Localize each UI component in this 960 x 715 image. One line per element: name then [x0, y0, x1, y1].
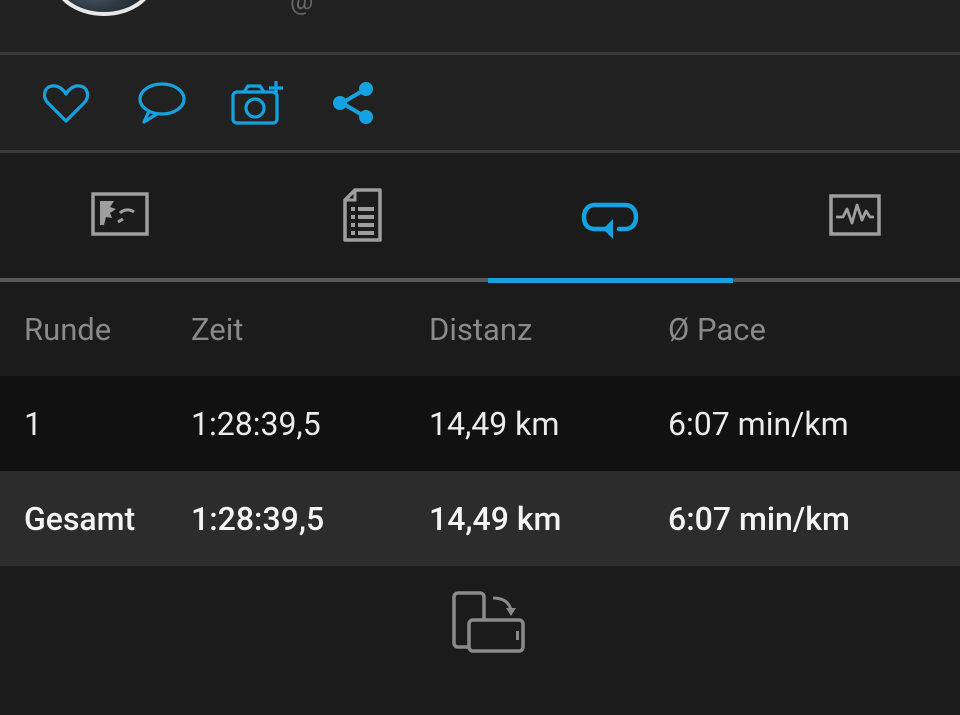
speech-bubble-icon[interactable]	[135, 79, 187, 127]
lap-distance: 14,49 km	[429, 404, 560, 443]
tab-bar	[0, 153, 960, 278]
total-distance: 14,49 km	[429, 499, 562, 538]
tab-details[interactable]	[245, 153, 485, 278]
lap-number: 1	[24, 404, 42, 443]
tabs-underline	[0, 278, 960, 282]
share-icon[interactable]	[328, 79, 380, 127]
column-header-distance: Distanz	[429, 311, 533, 348]
lap-pace: 6:07 min/km	[668, 404, 849, 443]
column-header-pace: Ø Pace	[668, 311, 766, 348]
map-icon	[91, 192, 149, 236]
tab-map[interactable]	[0, 153, 240, 278]
total-pace: 6:07 min/km	[668, 499, 850, 538]
table-row-total: Gesamt 1:28:39,5 14,49 km 6:07 min/km	[0, 471, 960, 566]
table-header: Runde Zeit Distanz Ø Pace	[0, 283, 960, 376]
column-header-lap: Runde	[24, 311, 112, 348]
avatar[interactable]	[52, 0, 156, 16]
document-list-icon	[343, 188, 382, 242]
lap-loop-icon	[581, 202, 639, 239]
chart-pulse-icon	[829, 194, 881, 236]
action-bar	[0, 55, 960, 150]
total-time: 1:28:39,5	[191, 499, 325, 538]
profile-header: @	[0, 0, 960, 52]
rotate-screen-icon[interactable]	[451, 590, 527, 656]
heart-icon[interactable]	[40, 79, 92, 127]
camera-plus-icon[interactable]	[230, 79, 283, 127]
column-header-time: Zeit	[191, 311, 244, 348]
tab-laps[interactable]	[490, 153, 730, 278]
laps-table: Runde Zeit Distanz Ø Pace 1 1:28:39,5 14…	[0, 283, 960, 566]
total-label: Gesamt	[24, 499, 136, 538]
tab-charts[interactable]	[735, 153, 960, 278]
table-row[interactable]: 1 1:28:39,5 14,49 km 6:07 min/km	[0, 376, 960, 471]
lap-time: 1:28:39,5	[191, 404, 321, 443]
mention-symbol: @	[290, 0, 314, 16]
